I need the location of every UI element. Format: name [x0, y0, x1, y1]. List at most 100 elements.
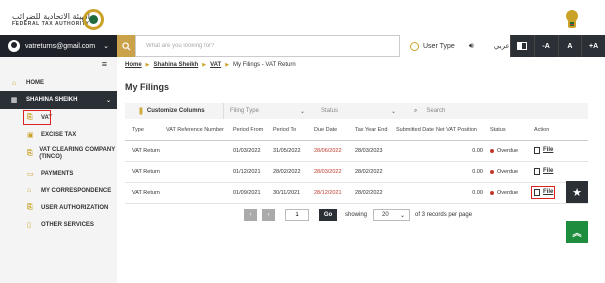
accessibility-controls: -A A +A	[510, 35, 605, 57]
chevron-down-icon: ⌄	[390, 108, 396, 115]
sidebar-item-tinco[interactable]: ⎘ VAT CLEARING COMPANY (TINCO)	[0, 143, 117, 165]
table-row: VAT Return 01/12/2021 28/02/2022 28/03/2…	[125, 162, 588, 183]
cell-net-vat: 0.00	[472, 169, 483, 175]
column-header-type[interactable]: Type	[125, 127, 166, 133]
building-icon: ⌂	[27, 186, 32, 194]
customize-columns-label: Customize Columns	[146, 108, 205, 114]
sidebar-item-label: VAT CLEARING COMPANY (TINCO)	[39, 147, 116, 160]
column-header-submitted-date[interactable]: Submitted Date	[396, 127, 436, 133]
sidebar-entity-header[interactable]: ▦ SHAHINA SHEIKH ⌄	[0, 91, 117, 109]
status-text: Overdue	[497, 190, 519, 196]
cell-period-to: 30/11/2021	[273, 190, 301, 196]
payments-icon: ▭	[27, 170, 34, 178]
breadcrumb-home[interactable]: Home	[125, 62, 142, 68]
status-text: Overdue	[497, 169, 519, 175]
font-decrease-button[interactable]: -A	[533, 35, 558, 57]
uae-emblem-icon	[566, 10, 578, 28]
column-header-period-to[interactable]: Period To	[273, 127, 314, 133]
search-button[interactable]	[117, 35, 135, 57]
arabic-language-link[interactable]: عربي	[494, 42, 510, 50]
fta-logo-icon[interactable]	[83, 9, 104, 30]
top-bar: vatreturns@gmail.com ⌄ User Type 🔊︎ عربي…	[0, 35, 605, 57]
user-authorization-icon: ⎘	[27, 203, 33, 211]
column-header-tax-year-end[interactable]: Tax Year End	[355, 127, 396, 133]
sidebar-item-home[interactable]: ⌂ HOME	[0, 75, 117, 91]
table-row: VAT Return 01/09/2021 30/11/2021 28/12/2…	[125, 183, 588, 204]
status-select[interactable]: Status ⌄	[315, 103, 406, 119]
breadcrumb-vat[interactable]: VAT	[210, 62, 221, 68]
hamburger-menu-icon[interactable]: ≡	[0, 57, 117, 71]
sidebar-item-label: HOME	[26, 80, 44, 86]
customize-columns-button[interactable]: ||| Customize Columns	[125, 103, 224, 119]
sidebar-item-user-authorization[interactable]: ⎘ USER AUTHORIZATION	[0, 199, 117, 216]
font-normal-button[interactable]: A	[557, 35, 582, 57]
logo-arabic-text: الهيئة الاتحادية للضرائب	[12, 12, 90, 21]
scroll-to-top-button[interactable]: ︽	[566, 221, 588, 243]
column-header-period-from[interactable]: Period From	[233, 127, 273, 133]
filing-type-select[interactable]: Filing Type ⌄	[224, 103, 315, 119]
cell-due-date: 28/03/2022	[314, 169, 342, 175]
excise-tax-icon: ▣	[27, 131, 34, 139]
sidebar-item-excise-tax[interactable]: ▣ EXCISE TAX	[0, 126, 117, 143]
column-header-action: Action	[534, 126, 550, 133]
sidebar-item-label: EXCISE TAX	[41, 131, 77, 138]
cell-period-to: 28/02/2022	[273, 169, 301, 175]
sidebar-item-payments[interactable]: ▭ PAYMENTS	[0, 165, 117, 182]
filing-type-placeholder: Filing Type	[230, 108, 259, 114]
column-header-due-date[interactable]: Due Date	[314, 127, 355, 133]
user-menu[interactable]: vatreturns@gmail.com ⌄	[0, 35, 117, 57]
right-gutter	[597, 57, 605, 283]
star-icon: ★	[572, 186, 582, 199]
table-search-field[interactable]: ⌕ Search	[406, 108, 445, 115]
breadcrumb-current: My Filings - VAT Return	[233, 62, 296, 68]
file-return-link[interactable]: File	[534, 146, 554, 154]
chevron-down-icon: ⌄	[103, 43, 110, 50]
column-header-net-vat[interactable]: Net VAT Position	[436, 127, 490, 133]
breadcrumb-entity[interactable]: Shahina Sheikh	[154, 62, 199, 68]
font-increase-button[interactable]: +A	[581, 35, 605, 57]
sidebar-item-correspondence[interactable]: ⌂ MY CORRESPONDENCE	[0, 182, 117, 199]
search-icon: ⌕	[414, 107, 418, 114]
overdue-dot-icon	[490, 190, 494, 195]
chevron-right-icon: ▶	[145, 62, 150, 68]
previous-page-button[interactable]: ‹	[244, 209, 257, 221]
filings-table: Type VAT Reference Number Period From Pe…	[125, 119, 588, 204]
file-return-link[interactable]: File	[534, 167, 553, 175]
user-type-icon	[410, 41, 419, 51]
sidebar-item-vat[interactable]: ⎘ VAT	[0, 109, 117, 126]
search-input[interactable]	[135, 35, 400, 57]
column-header-vat-ref[interactable]: VAT Reference Number	[166, 127, 233, 133]
favorite-star-button[interactable]: ★	[566, 181, 588, 203]
cell-period-to: 31/05/2022	[273, 148, 301, 154]
per-page-value: 20	[382, 212, 389, 218]
search-icon	[121, 41, 131, 51]
chevron-left-icon: ‹	[249, 212, 252, 218]
user-type-button[interactable]: User Type	[410, 41, 455, 51]
sidebar-item-other-services[interactable]: ▯ OTHER SERVICES	[0, 216, 117, 233]
records-per-page-select[interactable]: 20 ⌄	[373, 209, 411, 221]
filter-bar: ||| Customize Columns Filing Type ⌄ Stat…	[125, 103, 588, 119]
cell-period-from: 01/03/2022	[233, 148, 261, 154]
sidebar-item-label: MY CORRESPONDENCE	[41, 187, 112, 194]
header-tools: User Type 🔊︎ عربي	[400, 35, 510, 57]
cell-tax-year-end: 28/02/2022	[355, 169, 383, 175]
file-icon	[534, 167, 540, 175]
user-type-label: User Type	[423, 42, 455, 50]
next-page-button[interactable]: ›	[262, 209, 275, 221]
chevron-down-icon: ⌄	[399, 212, 406, 219]
cell-period-from: 01/09/2021	[233, 190, 261, 196]
cell-status: Overdue	[490, 190, 534, 196]
column-header-status[interactable]: Status	[490, 127, 534, 133]
contrast-button[interactable]	[510, 35, 534, 57]
site-header: الهيئة الاتحادية للضرائب FEDERAL TAX AUT…	[0, 0, 605, 34]
audio-icon[interactable]: 🔊︎	[469, 41, 474, 51]
file-link-label: File	[543, 147, 554, 153]
showing-label: showing	[345, 212, 368, 218]
file-return-link[interactable]: File	[531, 185, 555, 199]
cell-type: VAT Return	[132, 190, 160, 196]
go-button[interactable]: Go	[319, 209, 337, 221]
page-number-input[interactable]	[285, 209, 309, 221]
cell-due-date: 28/12/2021	[314, 190, 342, 196]
cell-status: Overdue	[490, 148, 534, 154]
chevron-down-icon: ⌄	[105, 97, 111, 104]
